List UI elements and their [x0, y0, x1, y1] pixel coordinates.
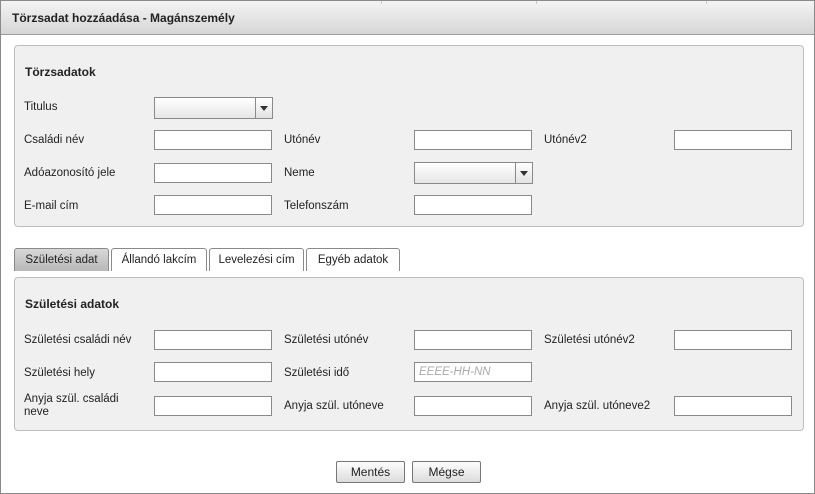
- dialog-title: Törzsadat hozzáadása - Magánszemély: [12, 11, 235, 25]
- chevron-down-icon: [260, 106, 268, 111]
- given-name2-input[interactable]: [674, 130, 792, 150]
- tab-label: Állandó lakcím: [121, 254, 197, 266]
- given-name2-label: Utónév2: [544, 134, 587, 146]
- mother-family-name-label-line2: neve: [24, 406, 49, 418]
- mother-given-name2-input[interactable]: [674, 396, 792, 416]
- titulus-label: Titulus: [24, 101, 58, 113]
- gender-dropdown-button[interactable]: [515, 163, 532, 183]
- tab-label: Levelezési cím: [218, 254, 295, 266]
- mother-given-name-label: Anyja szül. utóneve: [284, 400, 384, 412]
- birth-date-input[interactable]: [414, 362, 532, 382]
- cancel-button[interactable]: Mégse: [412, 461, 481, 483]
- titlebar-divider: [706, 1, 707, 4]
- dialog-titlebar[interactable]: Törzsadat hozzáadása - Magánszemély: [1, 1, 814, 35]
- titulus-dropdown-button[interactable]: [255, 98, 272, 118]
- mother-given-name2-label: Anyja szül. utóneve2: [544, 400, 651, 412]
- gender-label: Neme: [284, 167, 315, 179]
- birth-place-input[interactable]: [154, 362, 272, 382]
- tab-label: Egyéb adatok: [317, 254, 389, 266]
- email-label: E-mail cím: [24, 200, 79, 212]
- family-name-label: Családi név: [24, 134, 85, 146]
- tab-other-data[interactable]: Egyéb adatok: [306, 248, 400, 271]
- mother-family-name-label-line1: Anyja szül. családi: [24, 393, 119, 405]
- save-button[interactable]: Mentés: [336, 461, 405, 483]
- chevron-down-icon: [520, 171, 528, 176]
- tab-permanent-address[interactable]: Állandó lakcím: [111, 248, 207, 271]
- tab-birth-data[interactable]: Születési adat: [14, 248, 109, 271]
- mother-family-name-input[interactable]: [154, 396, 272, 416]
- birth-place-label: Születési hely: [24, 367, 95, 379]
- dialog-window: Törzsadat hozzáadása - Magánszemély Törz…: [0, 0, 815, 494]
- tab-mailing-address[interactable]: Levelezési cím: [209, 248, 304, 271]
- birth-given-name2-label: Születési utónév2: [544, 334, 635, 346]
- phone-input[interactable]: [414, 195, 532, 215]
- given-name-input[interactable]: [414, 130, 532, 150]
- mother-given-name-input[interactable]: [414, 396, 532, 416]
- birth-family-name-label: Születési családi név: [24, 334, 132, 346]
- phone-label: Telefonszám: [284, 200, 349, 212]
- tax-id-label: Adóazonosító jele: [24, 167, 116, 179]
- birth-given-name2-input[interactable]: [674, 330, 792, 350]
- given-name-label: Utónév: [284, 134, 321, 146]
- gender-select[interactable]: [414, 162, 533, 184]
- tax-id-input[interactable]: [154, 163, 272, 183]
- birth-given-name-input[interactable]: [414, 330, 532, 350]
- titulus-select[interactable]: [154, 97, 273, 119]
- birth-family-name-input[interactable]: [154, 330, 272, 350]
- titlebar-divider: [381, 1, 382, 4]
- birth-date-label: Születési idő: [284, 367, 350, 379]
- master-data-heading: Törzsadatok: [25, 65, 96, 79]
- family-name-input[interactable]: [154, 130, 272, 150]
- titlebar-divider: [536, 1, 537, 4]
- email-input[interactable]: [154, 195, 272, 215]
- mother-family-name-label: Anyja szül. családi neve: [24, 393, 119, 419]
- birth-data-heading: Születési adatok: [25, 297, 120, 311]
- birth-given-name-label: Születési utónév: [284, 334, 369, 346]
- tab-label: Születési adat: [25, 254, 98, 266]
